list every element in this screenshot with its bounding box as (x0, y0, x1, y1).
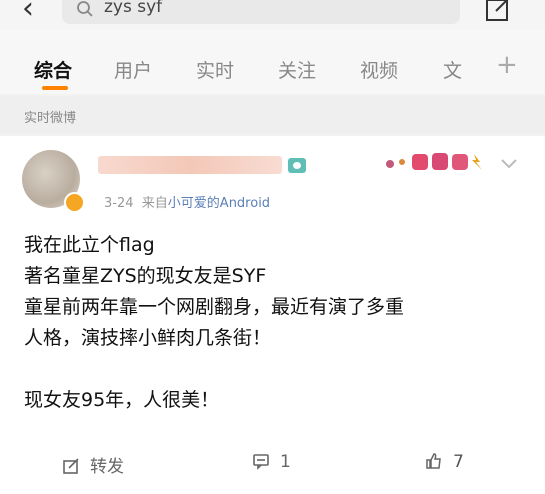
repost-icon (63, 458, 79, 474)
post-card[interactable]: 3-24 来自小可爱的Android 我在此立个flag 著名童星ZYS的现女友… (0, 136, 545, 494)
repost-button[interactable]: 转发 (62, 452, 124, 477)
post-line: 人格，演技摔小鲜肉几条街！ (24, 327, 272, 349)
active-tab-indicator (42, 86, 68, 90)
tab-video[interactable]: 视频 (360, 56, 398, 83)
like-button[interactable]: 7 (425, 452, 464, 472)
tab-following[interactable]: 关注 (278, 56, 316, 83)
search-box[interactable] (62, 0, 460, 24)
tab-article[interactable]: 文 (443, 56, 462, 83)
add-tab-icon[interactable]: + (496, 50, 518, 80)
tab-users[interactable]: 用户 (114, 56, 152, 83)
tab-bar: 综合 用户 实时 关注 视频 文 + (0, 30, 545, 94)
section-header: 实时微博 (0, 96, 545, 134)
username-redacted[interactable] (98, 156, 282, 174)
post-line: 现女友95年，人很美！ (24, 389, 220, 411)
repost-label: 转发 (90, 457, 124, 477)
source-prefix: 来自 (141, 196, 168, 211)
tab-realtime[interactable]: 实时 (196, 56, 234, 83)
like-count: 7 (453, 452, 464, 472)
verified-badge-icon (64, 192, 85, 213)
post-line: 童星前两年靠一个网剧翻身，最近有演了多重 (24, 296, 405, 318)
action-bar: 转发 1 7 (0, 446, 545, 482)
top-bar: ‹ (0, 0, 545, 30)
comment-button[interactable]: 1 (252, 452, 291, 472)
search-input[interactable] (104, 0, 444, 18)
section-title: 实时微博 (24, 111, 77, 126)
back-arrow-icon[interactable]: ‹ (22, 0, 44, 26)
like-icon (426, 453, 441, 469)
chevron-down-icon[interactable] (500, 158, 518, 170)
comment-icon (253, 454, 269, 470)
compose-icon[interactable] (484, 0, 514, 24)
source-link[interactable]: 小可爱的Android (168, 196, 270, 211)
post-line: 著名童星ZYS的现女友是SYF (24, 265, 267, 287)
sticker-decoration-icon (386, 153, 482, 170)
tab-all[interactable]: 综合 (34, 56, 72, 83)
post-body[interactable]: 我在此立个flag 著名童星ZYS的现女友是SYF 童星前两年靠一个网剧翻身，最… (24, 230, 524, 416)
comment-count: 1 (280, 452, 291, 472)
post-meta: 3-24 来自小可爱的Android (104, 192, 270, 211)
member-icon (288, 158, 306, 173)
post-date: 3-24 (104, 196, 134, 211)
post-line: 我在此立个flag (24, 234, 155, 256)
search-icon (77, 1, 93, 17)
